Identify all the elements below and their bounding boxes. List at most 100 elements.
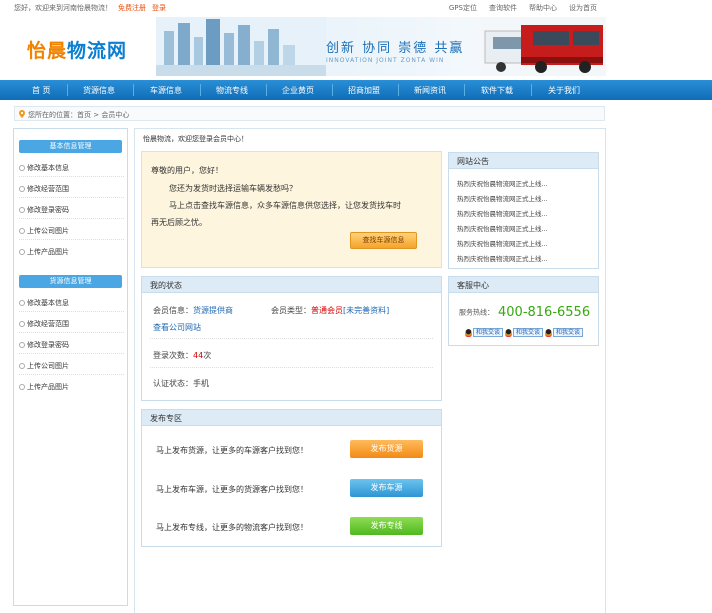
login-count-unit: 次 [203,351,212,360]
divider [19,197,124,198]
qq-chat-button[interactable]: 和我交谈 [465,328,504,337]
nav-news[interactable]: 新闻资讯 [414,85,446,96]
divider [19,332,124,333]
hotline: 服务热线： 400-816-6556 [459,305,590,320]
view-company-site-link[interactable]: 查看公司网站 [153,322,201,333]
divider [19,311,124,312]
sidebar-item-edit-info[interactable]: 修改基本信息 [19,298,69,308]
notice-title: 网站公告 [457,157,489,166]
trucks-image [481,17,606,76]
divider [19,239,124,240]
member-info: 会员信息：货源提供商 [153,305,233,316]
nav-franchise[interactable]: 招商加盟 [348,85,380,96]
notice-item[interactable]: 热烈庆祝怡晨物流网正式上线... [457,208,548,218]
help-link[interactable]: 帮助中心 [529,4,557,12]
hotline-label: 服务热线： [459,308,494,317]
breadcrumb-text: 您所在的位置：首页 > 会员中心 [28,111,130,119]
greeting-line-4: 再无后顾之忧。 [151,218,207,227]
logo-text-1: 怡晨 [27,40,68,62]
qq-icon [465,328,472,337]
my-status-box: 我的状态 会员信息：货源提供商 会员类型：普通会员[未完善资料] 查看公司网站 … [141,276,442,401]
login-count: 登录次数：44次 [153,350,211,361]
sidebar-item-edit-password[interactable]: 修改登录密码 [19,205,69,215]
find-vehicle-button[interactable]: 查找车源信息 [350,232,417,249]
notice-header: 网站公告 [449,153,598,169]
nav-divider [332,84,333,96]
qq-chat-button[interactable]: 和我交谈 [505,328,544,337]
notice-item[interactable]: 热烈庆祝怡晨物流网正式上线... [457,238,548,248]
nav-divider [398,84,399,96]
publish-cargo-text: 马上发布货源，让更多的车源客户找到您！ [156,446,308,455]
banner-slogan-en: INNOVATION JOINT ZONTA WIN [326,57,445,64]
nav-lines[interactable]: 物流专线 [216,85,248,96]
sidebar-item-company-images[interactable]: 上传公司图片 [19,361,69,371]
sidebar-group-title: 基本信息管理 [19,140,122,153]
sidebar-group-title: 货源信息管理 [19,275,122,288]
publish-zone-box: 发布专区 马上发布货源，让更多的车源客户找到您！ 发布货源 马上发布车源，让更多… [141,409,442,547]
auth-status-label: 认证状态： [153,379,193,388]
main-nav: 首 页 货源信息 车源信息 物流专线 企业黄页 招商加盟 新闻资讯 软件下载 关… [0,80,712,100]
publish-line-text: 马上发布专线，让更多的物流客户找到您！ [156,523,308,532]
nav-divider [67,84,68,96]
service-header: 客服中心 [449,277,598,293]
register-link[interactable]: 免费注册 [118,4,146,12]
nav-divider [133,84,134,96]
nav-cargo[interactable]: 货源信息 [83,85,115,96]
gps-link[interactable]: GPS定位 [449,4,477,12]
member-type-value: 普通会员 [311,306,343,315]
sidebar-item-product-images[interactable]: 上传产品图片 [19,247,69,257]
location-pin-icon [19,110,25,118]
auth-status: 认证状态：手机 [153,378,209,389]
divider [150,367,433,368]
member-info-value[interactable]: 货源提供商 [193,306,233,315]
qq-chat-button[interactable]: 和我交谈 [545,328,584,337]
breadcrumb: 您所在的位置：首页 > 会员中心 [14,106,605,121]
status-title: 我的状态 [150,281,182,290]
sidebar-item-company-images[interactable]: 上传公司图片 [19,226,69,236]
sidebar: 基本信息管理 修改基本信息 修改经营范围 修改登录密码 上传公司图片 上传产品图… [13,128,128,606]
nav-download[interactable]: 软件下载 [481,85,513,96]
nav-divider [266,84,267,96]
login-count-value: 44 [193,351,204,360]
sidebar-item-edit-info[interactable]: 修改基本信息 [19,163,69,173]
member-info-label: 会员信息： [153,306,193,315]
site-logo[interactable]: 怡晨物流网 [27,36,127,63]
welcome-text: 您好，欢迎来到河南怡晨物流！ [14,4,112,12]
publish-cargo-button[interactable]: 发布货源 [350,440,423,458]
logo-text-2: 物流网 [67,40,128,62]
greeting-box: 尊敬的用户，您好！ 您还为发货时选择运输车辆发愁吗？ 马上点击查找车源信息，众多… [141,151,442,268]
nav-divider [531,84,532,96]
service-center-box: 客服中心 服务热线： 400-816-6556 和我交谈 和我交谈 和我交谈 [448,276,599,346]
nav-home[interactable]: 首 页 [32,85,51,96]
qq-icon [545,328,552,337]
complete-profile-link[interactable]: [未完善资料] [343,306,389,315]
publish-line-button[interactable]: 发布专线 [350,517,423,535]
welcome-bar: 您好，欢迎来到河南怡晨物流！ 免费注册 登录 [14,3,166,13]
city-skyline-image [156,17,326,76]
nav-divider [200,84,201,96]
service-title: 客服中心 [457,281,489,290]
divider [19,176,124,177]
sidebar-item-edit-scope[interactable]: 修改经营范围 [19,184,69,194]
notice-item[interactable]: 热烈庆祝怡晨物流网正式上线... [457,178,548,188]
banner-slogan: 创新 协同 崇德 共赢 [326,41,465,56]
sidebar-item-edit-password[interactable]: 修改登录密码 [19,340,69,350]
greeting-line-2: 您还为发货时选择运输车辆发愁吗？ [169,184,297,193]
notice-item[interactable]: 热烈庆祝怡晨物流网正式上线... [457,193,548,203]
notice-item[interactable]: 热烈庆祝怡晨物流网正式上线... [457,253,548,263]
divider [19,218,124,219]
site-notice-box: 网站公告 热烈庆祝怡晨物流网正式上线... 热烈庆祝怡晨物流网正式上线... 热… [448,152,599,269]
member-center-welcome: 怡晨物流，欢迎您登录会员中心！ [143,135,248,143]
notice-item[interactable]: 热烈庆祝怡晨物流网正式上线... [457,223,548,233]
member-type-label: 会员类型： [271,306,311,315]
login-link[interactable]: 登录 [152,4,166,12]
sidebar-item-edit-scope[interactable]: 修改经营范围 [19,319,69,329]
publish-vehicle-text: 马上发布车源，让更多的货源客户找到您！ [156,485,308,494]
publish-vehicle-button[interactable]: 发布车源 [350,479,423,497]
nav-about[interactable]: 关于我们 [548,85,580,96]
nav-yellow-pages[interactable]: 企业黄页 [282,85,314,96]
nav-vehicles[interactable]: 车源信息 [150,85,182,96]
set-homepage-link[interactable]: 设为首页 [569,4,597,12]
query-software-link[interactable]: 查询软件 [489,4,517,12]
sidebar-item-product-images[interactable]: 上传产品图片 [19,382,69,392]
